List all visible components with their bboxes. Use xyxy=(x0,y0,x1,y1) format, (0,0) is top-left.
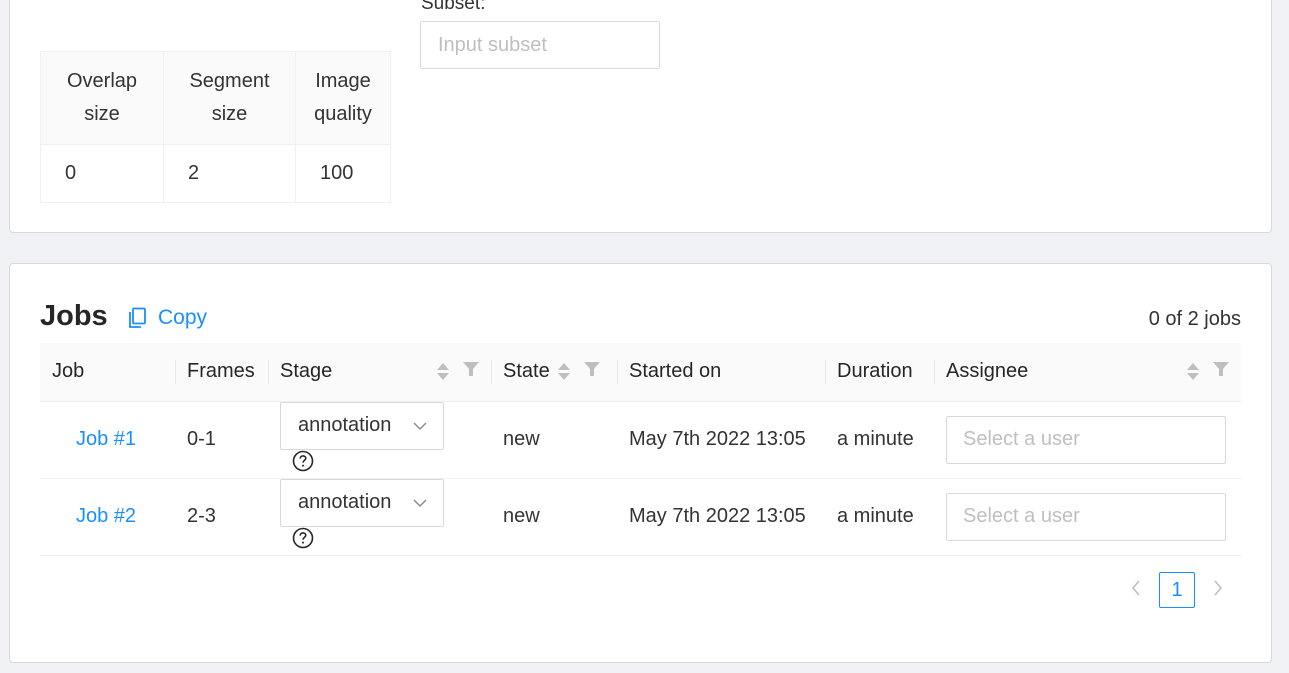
prev-page-button[interactable] xyxy=(1123,572,1149,608)
question-circle-icon[interactable] xyxy=(292,450,314,478)
overlap-size-value: 0 xyxy=(40,144,164,203)
filter-icon[interactable] xyxy=(583,360,600,383)
image-quality-value: 100 xyxy=(295,144,391,203)
segment-details-table: Overlap size Segment size Image quality … xyxy=(40,51,391,203)
table-row: Job #1 0-1 annotation new May 7th 2022 1… xyxy=(40,401,1241,479)
segment-size-value: 2 xyxy=(163,144,296,203)
pagination: 1 xyxy=(1123,572,1231,608)
image-quality-header: Image quality xyxy=(295,51,391,145)
chevron-down-icon xyxy=(413,491,427,514)
column-frames: Frames xyxy=(175,343,268,402)
job-frames: 2-3 xyxy=(175,478,268,556)
job-started-on: May 7th 2022 13:05 xyxy=(617,478,825,556)
copy-label: Copy xyxy=(158,306,208,329)
jobs-panel: Jobs Copy 0 of 2 jobs Job Frames Stage S… xyxy=(9,263,1272,663)
overlap-size-header: Overlap size xyxy=(40,51,164,145)
next-page-button[interactable] xyxy=(1205,572,1231,608)
job-frames: 0-1 xyxy=(175,401,268,479)
filter-icon[interactable] xyxy=(463,360,479,383)
assignee-select[interactable] xyxy=(946,492,1226,541)
column-duration: Duration xyxy=(825,343,934,402)
stage-select[interactable]: annotation xyxy=(280,478,444,527)
job-state: new xyxy=(491,478,617,556)
chevron-right-icon xyxy=(1213,579,1223,601)
question-circle-icon[interactable] xyxy=(292,527,314,555)
subset-input[interactable] xyxy=(420,21,660,69)
sort-icon[interactable] xyxy=(437,363,449,381)
table-row: 0 2 100 xyxy=(40,144,391,203)
jobs-title: Jobs xyxy=(40,300,108,332)
column-assignee[interactable]: Assignee xyxy=(934,343,1241,402)
job-started-on: May 7th 2022 13:05 xyxy=(617,401,825,479)
chevron-down-icon xyxy=(413,414,427,437)
stage-select[interactable]: annotation xyxy=(280,401,444,450)
chevron-left-icon xyxy=(1131,579,1141,601)
sort-icon[interactable] xyxy=(1187,363,1199,381)
task-details-panel: Overlap size Segment size Image quality … xyxy=(9,0,1272,233)
jobs-count: 0 of 2 jobs xyxy=(1148,308,1241,330)
column-stage[interactable]: Stage xyxy=(268,343,491,402)
page-1-button[interactable]: 1 xyxy=(1159,572,1195,608)
sort-icon[interactable] xyxy=(557,363,570,381)
job-link[interactable]: Job #2 xyxy=(52,505,136,528)
column-state[interactable]: State xyxy=(491,343,617,402)
segment-size-header: Segment size xyxy=(163,51,296,145)
table-row: Job #2 2-3 annotation new May 7th 2022 1… xyxy=(40,478,1241,556)
job-link[interactable]: Job #1 xyxy=(52,428,136,451)
copy-icon xyxy=(128,307,148,329)
copy-button[interactable]: Copy xyxy=(128,306,207,330)
column-job: Job xyxy=(40,343,175,402)
job-duration: a minute xyxy=(825,401,934,479)
jobs-table: Job Frames Stage State Started on Durati… xyxy=(40,343,1241,556)
filter-icon[interactable] xyxy=(1213,360,1229,383)
job-state: new xyxy=(491,401,617,479)
subset-label: Subset: xyxy=(421,0,486,14)
job-duration: a minute xyxy=(825,478,934,556)
assignee-select[interactable] xyxy=(946,415,1226,464)
column-started-on: Started on xyxy=(617,343,825,402)
